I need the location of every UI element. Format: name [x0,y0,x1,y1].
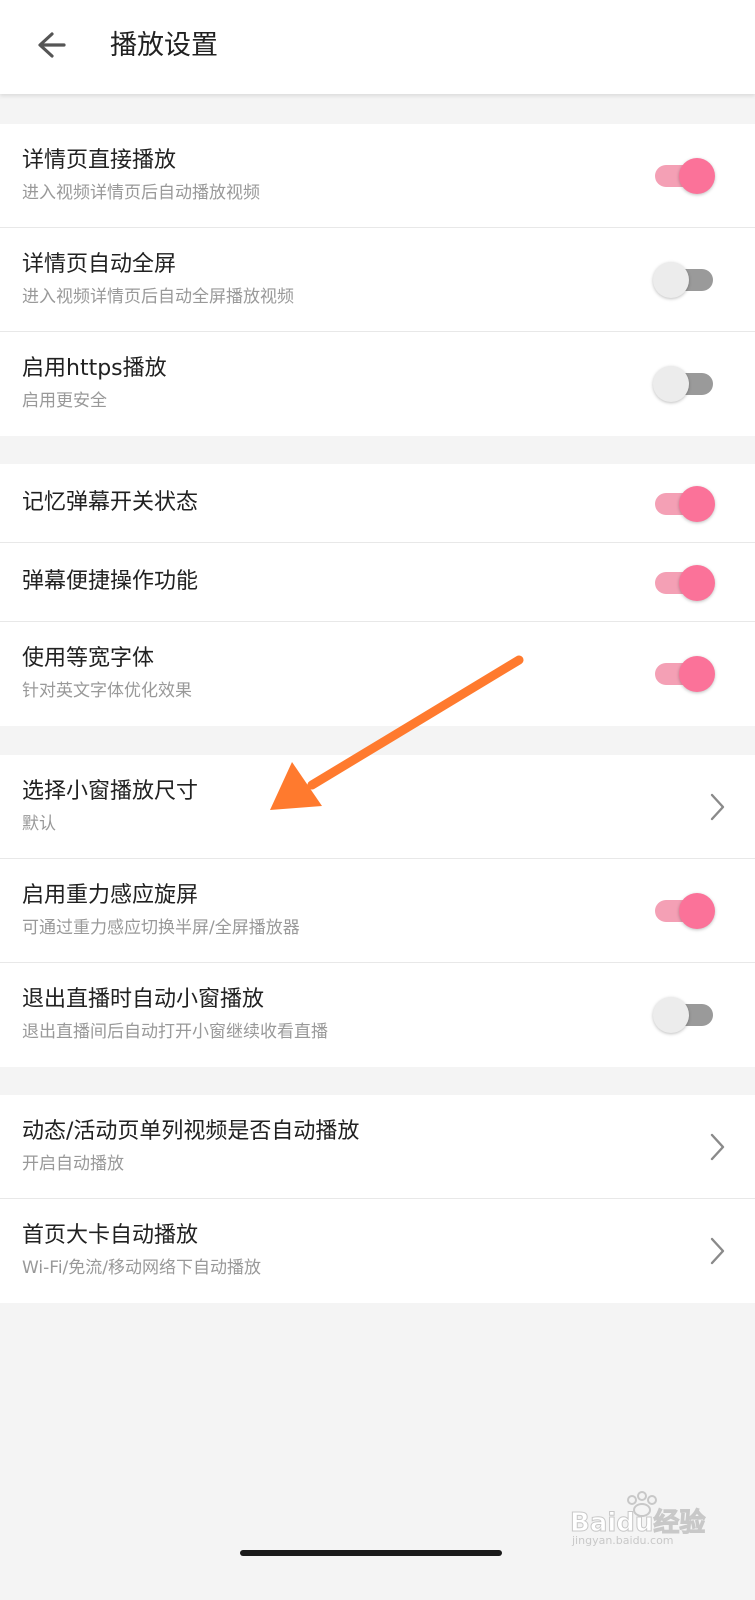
monospace-font-toggle[interactable] [655,654,715,694]
setting-title: 弹幕便捷操作功能 [22,569,199,594]
setting-title: 启用https播放 [22,356,167,381]
settings-group-window: 选择小窗播放尺寸 默认 启用重力感应旋屏 可通过重力感应切换半屏/全屏播放器 退… [0,755,755,1067]
setting-title: 使用等宽字体 [22,646,155,671]
setting-title: 启用重力感应旋屏 [22,883,199,908]
setting-subtitle: 进入视频详情页后自动播放视频 [22,183,260,203]
setting-title: 记忆弹幕开关状态 [22,490,199,515]
chevron-right-icon [710,1133,725,1161]
setting-subtitle: 默认 [22,814,56,834]
home-indicator[interactable] [240,1550,502,1556]
chevron-right-icon [710,1237,725,1265]
setting-title: 退出直播时自动小窗播放 [22,987,265,1012]
settings-group-danmaku: 记忆弹幕开关状态 弹幕便捷操作功能 使用等宽字体 针对英文字体优化效果 [0,464,755,726]
setting-detail-fullscreen[interactable]: 详情页自动全屏 进入视频详情页后自动全屏播放视频 [0,228,755,332]
back-button[interactable] [26,22,76,72]
setting-mini-window-size[interactable]: 选择小窗播放尺寸 默认 [0,755,755,859]
page-title: 播放设置 [110,30,218,61]
detail-fullscreen-toggle[interactable] [653,260,713,300]
arrow-left-icon [38,32,66,58]
setting-detail-autoplay[interactable]: 详情页直接播放 进入视频详情页后自动播放视频 [0,124,755,228]
setting-subtitle: 针对英文字体优化效果 [22,681,192,701]
baidu-watermark: Baidu经验 jingyan.baidu.com [569,1490,740,1550]
setting-subtitle: Wi-Fi/免流/移动网络下自动播放 [22,1258,262,1278]
setting-subtitle: 进入视频详情页后自动全屏播放视频 [22,287,294,307]
setting-danmaku-quick-actions[interactable]: 弹幕便捷操作功能 [0,543,755,622]
setting-https-playback[interactable]: 启用https播放 启用更安全 [0,332,755,436]
detail-autoplay-toggle[interactable] [655,156,715,196]
setting-title: 详情页自动全屏 [22,252,177,277]
setting-subtitle: 开启自动播放 [22,1154,124,1174]
setting-subtitle: 启用更安全 [22,391,107,411]
gravity-rotate-toggle[interactable] [655,891,715,931]
setting-title: 选择小窗播放尺寸 [22,779,199,804]
settings-group-autoplay: 动态/活动页单列视频是否自动播放 开启自动播放 首页大卡自动播放 Wi-Fi/免… [0,1095,755,1303]
chevron-right-icon [710,793,725,821]
setting-title: 动态/活动页单列视频是否自动播放 [22,1119,360,1144]
setting-title: 详情页直接播放 [22,148,177,173]
live-mini-window-toggle[interactable] [653,995,713,1035]
watermark-url: jingyan.baidu.com [572,1534,674,1547]
https-playback-toggle[interactable] [653,364,713,404]
setting-home-card-autoplay[interactable]: 首页大卡自动播放 Wi-Fi/免流/移动网络下自动播放 [0,1199,755,1303]
setting-subtitle: 退出直播间后自动打开小窗继续收看直播 [22,1022,328,1042]
setting-monospace-font[interactable]: 使用等宽字体 针对英文字体优化效果 [0,622,755,726]
setting-feed-autoplay[interactable]: 动态/活动页单列视频是否自动播放 开启自动播放 [0,1095,755,1199]
settings-group-playback: 详情页直接播放 进入视频详情页后自动播放视频 详情页自动全屏 进入视频详情页后自… [0,124,755,436]
setting-title: 首页大卡自动播放 [22,1223,199,1248]
setting-gravity-rotate[interactable]: 启用重力感应旋屏 可通过重力感应切换半屏/全屏播放器 [0,859,755,963]
setting-remember-danmaku[interactable]: 记忆弹幕开关状态 [0,464,755,543]
setting-live-mini-window[interactable]: 退出直播时自动小窗播放 退出直播间后自动打开小窗继续收看直播 [0,963,755,1067]
app-header: 播放设置 [0,0,755,94]
danmaku-quick-actions-toggle[interactable] [655,563,715,603]
remember-danmaku-toggle[interactable] [655,484,715,524]
setting-subtitle: 可通过重力感应切换半屏/全屏播放器 [22,918,300,938]
